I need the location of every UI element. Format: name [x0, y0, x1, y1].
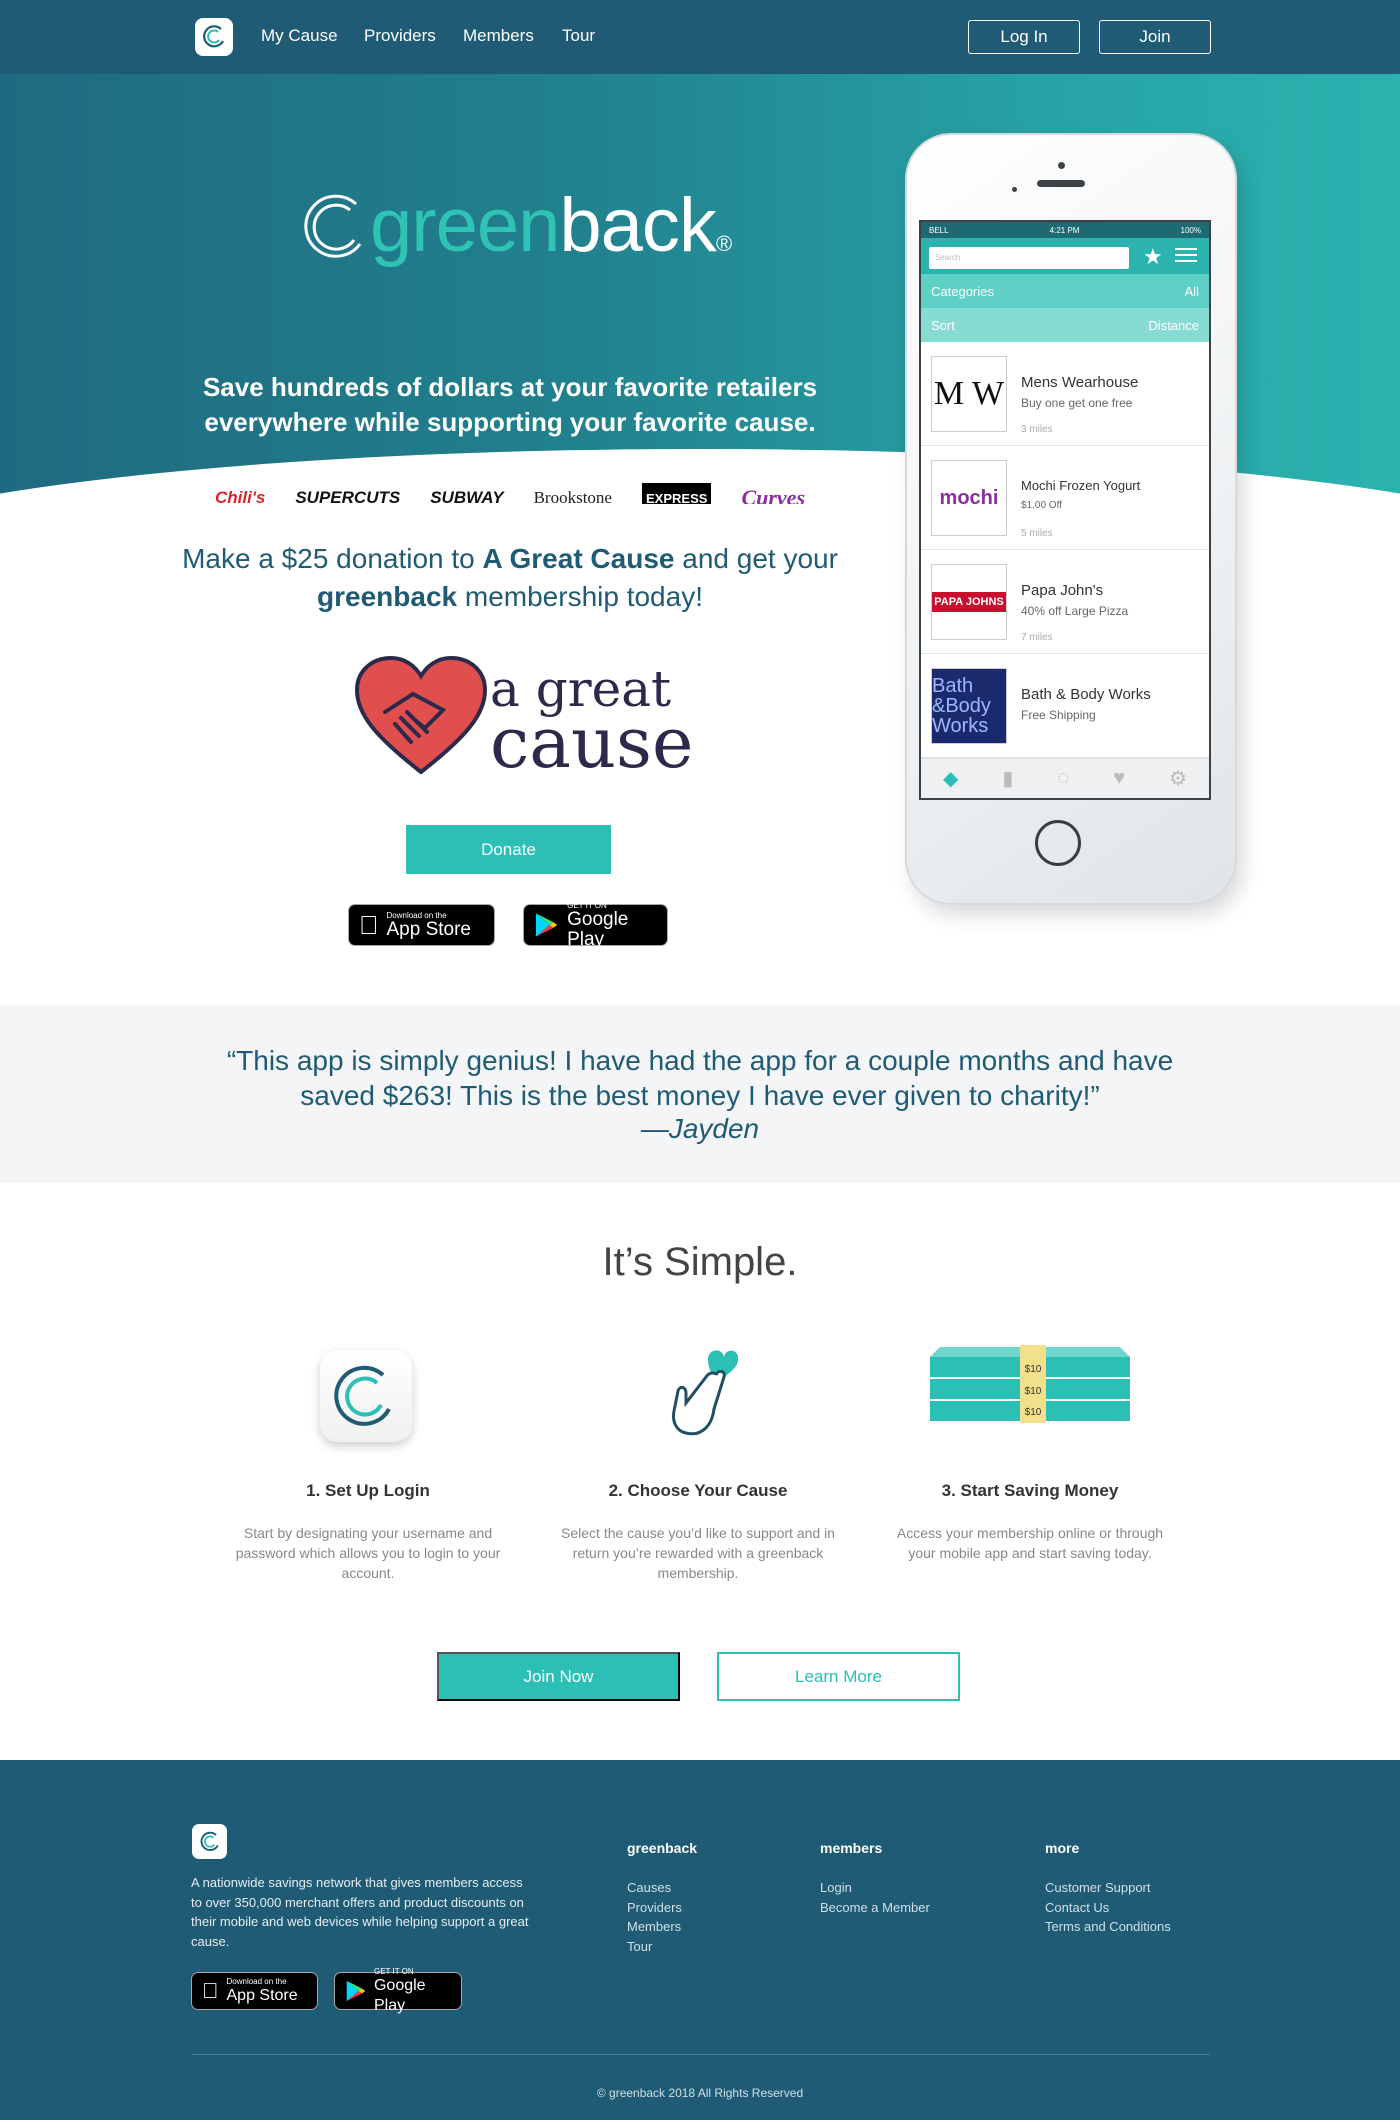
footer-link-contact-us[interactable]: Contact Us: [1045, 1898, 1171, 1918]
testimonial-quote: “This app is simply genius! I have had t…: [226, 1045, 1174, 1111]
greenback-swirl-icon: [304, 194, 362, 258]
nav-link-tour[interactable]: Tour: [562, 26, 595, 46]
svg-text:$10: $10: [1025, 1386, 1042, 1397]
brand-wordmark: greenback®: [370, 183, 732, 268]
join-button[interactable]: Join: [1099, 20, 1211, 54]
footer-logo-icon[interactable]: [192, 1824, 227, 1859]
app-tab-bar: ◆ ▮ ◌ ♥ ⚙: [921, 758, 1209, 798]
hand-heart-icon: [672, 1350, 739, 1436]
footer-link-causes[interactable]: Causes: [627, 1878, 697, 1898]
tag-icon[interactable]: ◆: [943, 766, 958, 791]
retailer-logo-curves: Curves: [741, 485, 805, 504]
app-listing[interactable]: PAPA JOHNS Papa John's 40% off Large Piz…: [921, 550, 1209, 654]
phone-home-button: [1035, 820, 1081, 866]
google-play-icon: [346, 1980, 366, 2002]
footer-link-become-member[interactable]: Become a Member: [820, 1898, 930, 1918]
testimonial-section: “This app is simply genius! I have had t…: [0, 1005, 1400, 1183]
retailer-logos: Chili's SUPERCUTS SUBWAY Brookstone EXPR…: [215, 478, 805, 504]
phone-status-bar: BELL 4:21 PM 100%: [921, 222, 1209, 238]
footer-app-store-badge[interactable]:  Download on theApp Store: [191, 1972, 318, 2010]
app-logo-icon: [320, 1350, 412, 1442]
phone-mockup: BELL 4:21 PM 100% Search ★ Categories All…: [905, 133, 1237, 905]
retailer-logo-supercuts: SUPERCUTS: [295, 488, 401, 504]
apple-icon: : [202, 1978, 219, 2004]
star-icon[interactable]: ★: [1143, 244, 1163, 270]
app-listing[interactable]: Bath &Body Works Bath & Body Works Free …: [921, 654, 1209, 758]
app-listing[interactable]: mochi Mochi Frozen Yogurt $1.00 Off 5 mi…: [921, 446, 1209, 550]
footer-link-tour[interactable]: Tour: [627, 1937, 697, 1957]
greenback-swirl-icon[interactable]: ◌: [1057, 767, 1069, 790]
cause-logo: a great cause: [354, 655, 693, 784]
apple-icon: : [359, 910, 379, 941]
app-sort-row[interactable]: Sort Distance: [921, 308, 1209, 342]
footer-link-login[interactable]: Login: [820, 1878, 930, 1898]
svg-text:$10: $10: [1025, 1407, 1042, 1418]
retailer-logo-subway: SUBWAY: [430, 488, 504, 504]
app-categories-row[interactable]: Categories All: [921, 274, 1209, 308]
nav-link-members[interactable]: Members: [463, 26, 534, 46]
google-play-badge[interactable]: GET IT ON Google Play: [523, 901, 668, 949]
phone-camera: [1058, 162, 1065, 169]
bookmark-icon[interactable]: ▮: [1002, 766, 1013, 791]
svg-text:$10: $10: [1025, 1364, 1042, 1375]
retailer-logo-express: EXPRESS: [642, 482, 712, 504]
footer-link-members[interactable]: Members: [627, 1917, 697, 1937]
google-play-icon: [535, 913, 558, 937]
nav-link-providers[interactable]: Providers: [364, 26, 436, 46]
app-search-input[interactable]: Search: [929, 247, 1129, 269]
footer-google-play-badge[interactable]: GET IT ON Google Play: [334, 1967, 462, 2014]
listing-thumb: M W: [931, 356, 1007, 432]
hero-tagline: Save hundreds of dollars at your favorit…: [202, 372, 818, 437]
retailer-logo-chilis: Chili's: [215, 488, 266, 504]
app-listing[interactable]: M W Mens Wearhouse Buy one get one free …: [921, 342, 1209, 446]
app-store-badge[interactable]:  Download on theApp Store: [348, 904, 495, 946]
phone-speaker: [1037, 180, 1085, 187]
listing-thumb: Bath &Body Works: [931, 668, 1007, 744]
join-now-button[interactable]: Join Now: [437, 1652, 680, 1701]
handshake-icon[interactable]: ♥: [1113, 767, 1125, 790]
retailer-logo-brookstone: Brookstone: [533, 488, 612, 504]
simple-section-title: It’s Simple.: [602, 1240, 798, 1284]
login-button[interactable]: Log In: [968, 20, 1080, 54]
listing-thumb: mochi: [931, 460, 1007, 536]
learn-more-button[interactable]: Learn More: [717, 1652, 960, 1701]
greenback-brand-logo: greenback®: [300, 182, 732, 269]
money-stack-icon: $10 $10 $10: [930, 1345, 1130, 1423]
footer: A nationwide savings network that gives …: [0, 1760, 1400, 2120]
listing-thumb: PAPA JOHNS: [931, 564, 1007, 640]
step-choose-cause: 2. Choose Your Cause Select the cause yo…: [548, 1345, 848, 1583]
list-menu-icon[interactable]: [1175, 248, 1197, 264]
footer-divider: [192, 2054, 1210, 2055]
copyright-text: © greenback 2018 All Rights Reserved: [596, 2086, 804, 2100]
footer-col-members: members Login Become a Member: [820, 1840, 930, 1917]
footer-link-terms[interactable]: Terms and Conditions: [1045, 1917, 1171, 1937]
donate-button[interactable]: Donate: [406, 825, 611, 874]
footer-description: A nationwide savings network that gives …: [191, 1875, 529, 1949]
top-navbar: My Cause Providers Members Tour Log In J…: [0, 0, 1400, 74]
step-set-up-login: 1. Set Up Login Start by designating you…: [218, 1345, 518, 1583]
app-header: Search ★: [921, 238, 1209, 274]
step-start-saving: $10 $10 $10 3. Start Saving Money Access…: [880, 1345, 1180, 1563]
gear-icon[interactable]: ⚙: [1169, 766, 1187, 791]
footer-col-greenback: greenback Causes Providers Members Tour: [627, 1840, 697, 1956]
greenback-logo-icon[interactable]: [195, 18, 233, 56]
phone-sensor: [1012, 187, 1017, 192]
footer-link-providers[interactable]: Providers: [627, 1898, 697, 1918]
phone-screen: BELL 4:21 PM 100% Search ★ Categories All…: [919, 220, 1211, 800]
donation-message: Make a $25 donation to A Great Cause and…: [182, 543, 838, 612]
testimonial-author: —Jayden: [640, 1113, 760, 1144]
footer-col-more: more Customer Support Contact Us Terms a…: [1045, 1840, 1171, 1937]
nav-link-my-cause[interactable]: My Cause: [261, 26, 338, 46]
heart-handshake-icon: [354, 655, 488, 775]
footer-link-customer-support[interactable]: Customer Support: [1045, 1878, 1171, 1898]
